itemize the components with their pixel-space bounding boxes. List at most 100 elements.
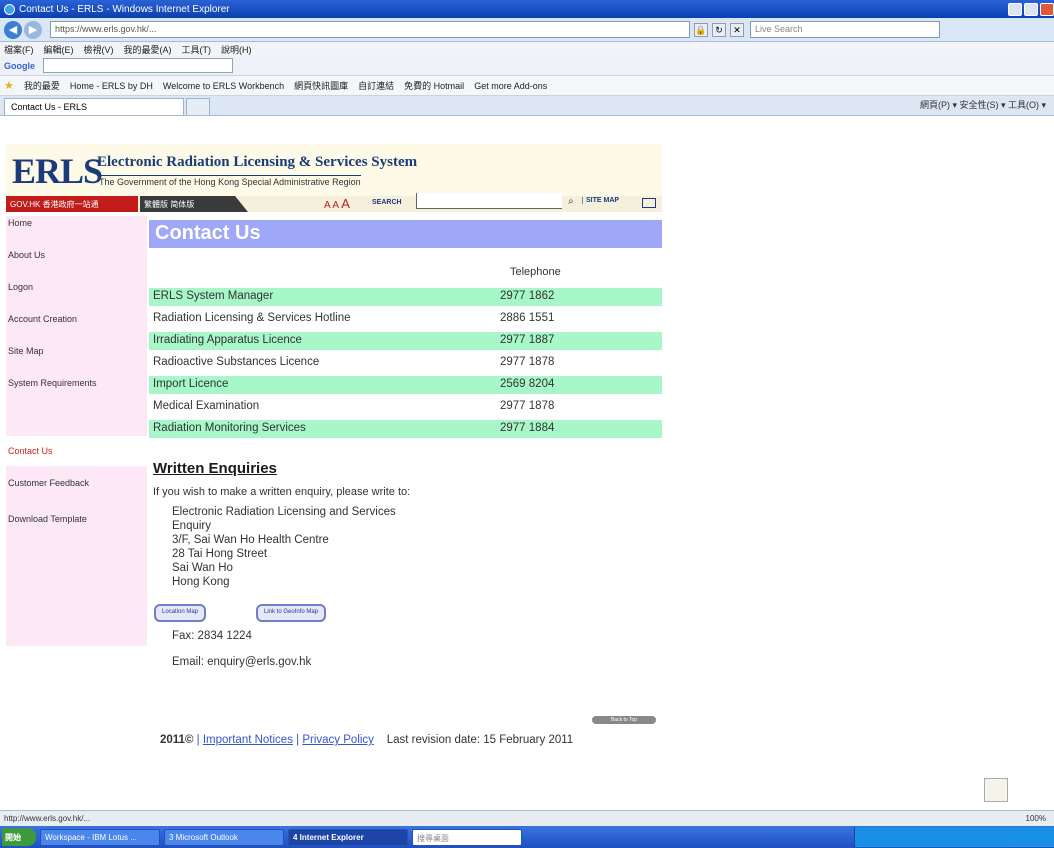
taskbar-item[interactable]: Workspace - IBM Lotus ... — [40, 828, 160, 846]
favorite-link[interactable]: 免費的 Hotmail — [404, 79, 464, 92]
command-bar[interactable]: 網頁(P) ▾ 安全性(S) ▾ 工具(O) ▾ — [920, 98, 1054, 115]
contact-telephone: 2886 1551 — [500, 312, 555, 324]
telephone-column-header: Telephone — [510, 266, 561, 278]
location-map-button[interactable]: Location Map — [154, 604, 207, 622]
nav-item-logon[interactable]: Logon — [6, 282, 147, 292]
tab-bar: Contact Us - ERLS 網頁(P) ▾ 安全性(S) ▾ 工具(O)… — [0, 96, 1054, 116]
search-icon[interactable]: ⌕ — [568, 196, 574, 207]
refresh-icon[interactable]: ↻ — [712, 22, 726, 37]
favorite-link[interactable]: 網頁快訊圖庫 — [294, 79, 348, 92]
favorite-link[interactable]: 我的最愛 — [24, 79, 60, 92]
contact-name: Irradiating Apparatus Licence — [153, 334, 302, 346]
address-line: Sai Wan Ho — [172, 562, 233, 574]
window-title-bar: Contact Us - ERLS - Windows Internet Exp… — [0, 0, 1054, 18]
fax-number: Fax: 2834 1224 — [172, 630, 252, 642]
browser-tab[interactable]: Contact Us - ERLS — [4, 98, 184, 115]
site-map-link[interactable]: SITE MAP — [582, 197, 619, 204]
page-footer: 2011© | Important Notices | Privacy Poli… — [160, 734, 573, 746]
site-search-input[interactable] — [416, 193, 562, 209]
menu-edit[interactable]: 編輯(E) — [44, 43, 74, 56]
contact-row: Irradiating Apparatus Licence 2977 1887 — [149, 332, 662, 350]
menu-favorites[interactable]: 我的最愛(A) — [124, 43, 172, 56]
desktop-search-input[interactable]: 搜尋桌面 — [412, 828, 522, 846]
favorites-star-icon[interactable]: ★ — [4, 79, 14, 92]
address-bar: ◀ ▶ https://www.erls.gov.hk/... 🔒 ↻ ✕ Li… — [0, 18, 1054, 42]
privacy-policy-link[interactable]: Privacy Policy — [302, 734, 374, 746]
favorite-link[interactable]: 自訂連結 — [358, 79, 394, 92]
font-mid-button[interactable]: A — [332, 200, 338, 211]
contact-row: Radioactive Substances Licence 2977 1878 — [149, 354, 662, 372]
taskbar-item[interactable]: 4 Internet Explorer — [288, 828, 408, 846]
address-line: Electronic Radiation Licensing and Servi… — [172, 506, 396, 518]
menu-file[interactable]: 檔案(F) — [4, 43, 34, 56]
contact-name: Radiation Licensing & Services Hotline — [153, 312, 351, 324]
address-line: Hong Kong — [172, 576, 230, 588]
nav-item-site-map[interactable]: Site Map — [6, 346, 147, 356]
taskbar-item[interactable]: 3 Microsoft Outlook — [164, 828, 284, 846]
site-header: ERLS Electronic Radiation Licensing & Se… — [6, 144, 662, 212]
live-search-input[interactable]: Live Search — [750, 21, 940, 38]
header-strip: GOV.HK 香港政府一站通 繁體版 简体版 A A A SEARCH ⌕ SI… — [6, 193, 662, 212]
forward-button[interactable]: ▶ — [24, 20, 42, 39]
back-button[interactable]: ◀ — [4, 20, 22, 39]
favorite-link[interactable]: Get more Add-ons — [474, 81, 547, 91]
favorites-bar: ★ 我的最愛 Home - ERLS by DH Welcome to ERLS… — [0, 76, 1054, 96]
nav-item-about-us[interactable]: About Us — [6, 250, 147, 260]
government-subtitle: The Government of the Hong Kong Special … — [99, 175, 361, 187]
nav-item-customer-feedback[interactable]: Customer Feedback — [6, 478, 147, 488]
nav-item-system-requirements[interactable]: System Requirements — [6, 378, 147, 388]
maximize-button[interactable] — [1024, 2, 1038, 16]
back-to-top-button[interactable]: Back to Top — [592, 716, 656, 724]
contact-name: Import Licence — [153, 378, 229, 390]
contact-telephone: 2977 1887 — [500, 334, 555, 346]
nav-item-account-creation[interactable]: Account Creation — [6, 314, 147, 324]
written-enquiries-intro: If you wish to make a written enquiry, p… — [153, 486, 411, 498]
zoom-level[interactable]: 100% — [1026, 814, 1054, 823]
start-button[interactable]: 開始 — [2, 828, 36, 846]
system-tray — [854, 827, 1054, 847]
lock-icon[interactable]: 🔒 — [694, 22, 708, 37]
font-small-button[interactable]: A — [324, 200, 330, 211]
page-viewport: ERLS Electronic Radiation Licensing & Se… — [0, 116, 1054, 810]
new-tab-button[interactable] — [186, 98, 210, 115]
menu-view[interactable]: 檢視(V) — [84, 43, 114, 56]
favorite-link[interactable]: Home - ERLS by DH — [70, 81, 153, 91]
govhk-link[interactable]: GOV.HK 香港政府一站通 — [6, 196, 138, 212]
footer-separator: | — [196, 734, 200, 746]
contact-name: Radiation Monitoring Services — [153, 422, 306, 434]
google-toolbar: Google — [0, 56, 1054, 76]
left-navigation: Home About Us Logon Account Creation Sit… — [6, 216, 147, 646]
window-title: Contact Us - ERLS - Windows Internet Exp… — [19, 3, 230, 15]
link-map-button[interactable]: Link to GeoInfo Map — [256, 604, 327, 622]
contact-name: Radioactive Substances Licence — [153, 356, 320, 368]
nav-item-download-template[interactable]: Download Template — [6, 514, 147, 524]
menu-help[interactable]: 說明(H) — [221, 43, 252, 56]
corner-document-icon[interactable] — [984, 778, 1008, 802]
important-notices-link[interactable]: Important Notices — [203, 734, 293, 746]
contact-row: Import Licence 2569 8204 — [149, 376, 662, 394]
windows-taskbar: 開始 Workspace - IBM Lotus ... 3 Microsoft… — [0, 826, 1054, 848]
page-title: Contact Us — [149, 220, 662, 248]
internet-explorer-icon — [4, 3, 15, 15]
nav-item-home[interactable]: Home — [6, 218, 147, 228]
language-switch[interactable]: 繁體版 简体版 — [140, 196, 248, 212]
contact-row: Radiation Monitoring Services 2977 1884 — [149, 420, 662, 438]
close-window-button[interactable] — [1040, 2, 1054, 16]
nav-item-contact-us[interactable]: Contact Us — [6, 446, 147, 456]
address-input[interactable]: https://www.erls.gov.hk/... — [50, 21, 690, 38]
minimize-button[interactable] — [1008, 2, 1022, 16]
font-big-button[interactable]: A — [341, 196, 350, 211]
written-enquiries-heading: Written Enquiries — [153, 460, 277, 477]
contact-telephone: 2569 8204 — [500, 378, 555, 390]
footer-separator: | — [296, 734, 300, 746]
mail-icon[interactable] — [642, 198, 656, 208]
contact-telephone: 2977 1878 — [500, 356, 555, 368]
contact-row: ERLS System Manager 2977 1862 — [149, 288, 662, 306]
stop-icon[interactable]: ✕ — [730, 22, 744, 37]
menu-bar: 檔案(F) 編輯(E) 檢視(V) 我的最愛(A) 工具(T) 說明(H) — [0, 42, 1054, 56]
menu-tools[interactable]: 工具(T) — [182, 43, 212, 56]
contact-name: Medical Examination — [153, 400, 260, 412]
google-search-input[interactable] — [43, 58, 233, 73]
erls-logo[interactable]: ERLS — [12, 150, 103, 192]
favorite-link[interactable]: Welcome to ERLS Workbench — [163, 81, 284, 91]
